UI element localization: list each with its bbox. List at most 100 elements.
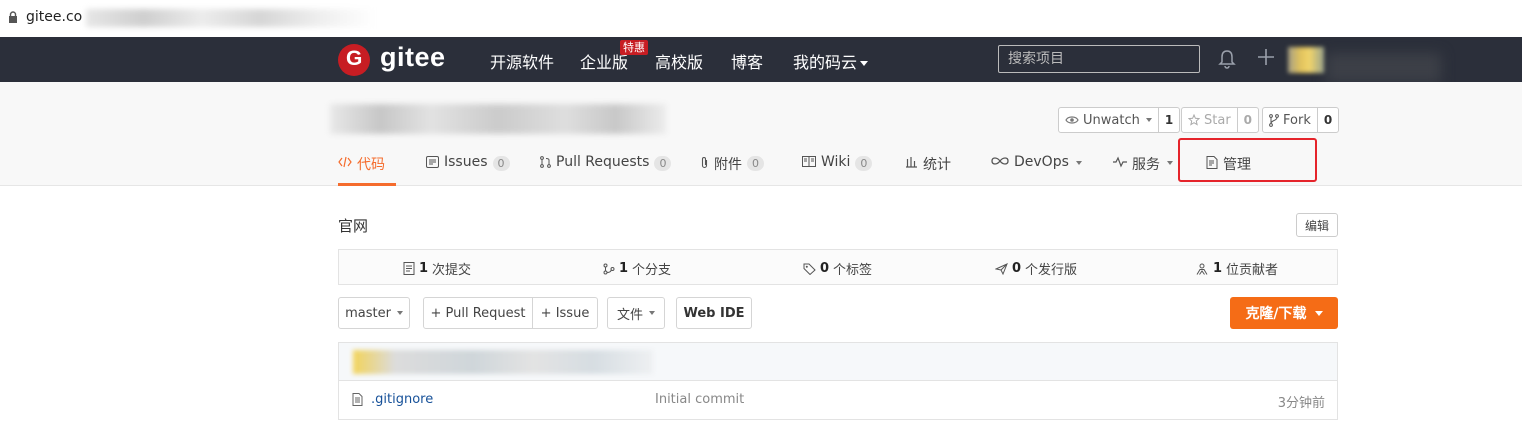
pull-request-icon — [540, 156, 551, 168]
file-icon — [352, 393, 363, 406]
edit-button[interactable]: 编辑 — [1296, 213, 1338, 237]
stat-contributors-count: 1 — [1213, 261, 1223, 276]
nav-my-gitee[interactable]: 我的码云 — [793, 49, 869, 73]
file-commit-time: 3分钟前 — [1277, 396, 1325, 411]
stat-releases[interactable]: 0 个发行版 — [995, 259, 1077, 278]
new-pull-request-button[interactable]: + Pull Request — [423, 297, 533, 329]
tab-pull-requests-label: Pull Requests — [556, 154, 650, 170]
watch-button[interactable]: Unwatch 1 — [1058, 107, 1181, 133]
branch-select-label: master — [345, 305, 391, 321]
tab-wiki-count: 0 — [855, 156, 873, 171]
stat-branches[interactable]: 1 个分支 — [603, 259, 671, 278]
release-icon — [995, 262, 1008, 275]
tab-attachments-count: 0 — [747, 156, 764, 171]
fork-icon — [1269, 113, 1279, 127]
promo-badge: 特惠 — [620, 40, 648, 55]
url-text[interactable]: gitee.co — [26, 9, 82, 25]
chevron-down-icon — [1075, 161, 1082, 165]
latest-commit-bar — [339, 343, 1337, 381]
table-row[interactable]: .gitignore Initial commit 3分钟前 — [339, 381, 1337, 419]
tab-code[interactable]: 代码 — [338, 154, 396, 186]
paperclip-icon — [701, 157, 708, 169]
code-icon — [338, 156, 352, 168]
redacted-username — [1326, 53, 1441, 83]
fork-label: Fork — [1283, 112, 1311, 128]
infinity-icon — [991, 157, 1009, 165]
file-list: .gitignore Initial commit 3分钟前 — [338, 342, 1338, 420]
branch-icon — [603, 263, 615, 274]
avatar[interactable] — [1288, 47, 1324, 73]
star-count[interactable]: 0 — [1238, 108, 1258, 132]
web-ide-button[interactable]: Web IDE — [676, 297, 752, 329]
stat-commits-count: 1 — [419, 261, 429, 276]
stat-contributors-label: 位贡献者 — [1226, 263, 1279, 278]
stat-tags[interactable]: 0 个标签 — [803, 259, 872, 278]
star-label: Star — [1204, 112, 1231, 128]
commit-icon — [403, 262, 415, 275]
browser-address-bar[interactable]: gitee.co — [0, 0, 1522, 37]
pulse-icon — [1113, 156, 1127, 168]
stat-contributors[interactable]: 1 位贡献者 — [1195, 259, 1278, 278]
search-input[interactable] — [998, 45, 1200, 73]
chevron-down-icon — [1314, 310, 1323, 316]
nav-university[interactable]: 高校版 — [655, 49, 703, 73]
stat-releases-count: 0 — [1012, 261, 1022, 276]
repo-stats-bar: 1 次提交 1 个分支 0 个标签 0 个发行版 1 位贡献者 — [338, 249, 1338, 285]
tab-code-label: 代码 — [357, 157, 385, 173]
gitee-logo-text[interactable]: gitee — [380, 42, 446, 73]
redacted-url — [86, 9, 376, 27]
clone-download-button[interactable]: 克隆/下载 — [1230, 297, 1338, 329]
nav-my-gitee-label: 我的码云 — [793, 53, 858, 72]
book-icon — [802, 156, 816, 167]
chevron-down-icon — [1167, 161, 1173, 165]
file-menu-label: 文件 — [616, 307, 643, 323]
issues-icon — [426, 156, 439, 168]
chevron-down-icon — [1145, 118, 1152, 122]
tab-devops-label: DevOps — [1014, 154, 1069, 170]
file-menu-button[interactable]: 文件 — [607, 297, 665, 329]
branch-select[interactable]: master — [338, 297, 410, 329]
watch-count[interactable]: 1 — [1159, 108, 1179, 132]
stat-branches-label: 个分支 — [632, 263, 672, 278]
tab-attachments-label: 附件 — [714, 157, 742, 173]
star-icon — [1188, 114, 1200, 126]
new-issue-button[interactable]: + Issue — [532, 297, 598, 329]
tab-attachments[interactable]: 附件 0 — [700, 154, 764, 186]
tab-statistics[interactable]: 统计 — [905, 154, 951, 186]
project-description: 官网 — [338, 217, 369, 235]
tab-wiki[interactable]: Wiki 0 — [802, 154, 873, 186]
star-button[interactable]: Star 0 — [1181, 107, 1260, 133]
tab-pull-requests[interactable]: Pull Requests 0 — [540, 154, 672, 186]
tab-issues[interactable]: Issues 0 — [426, 154, 510, 186]
redacted-project-title[interactable] — [330, 104, 666, 134]
highlight-annotation — [1178, 138, 1317, 182]
tab-statistics-label: 统计 — [923, 157, 951, 173]
lock-icon — [9, 11, 17, 23]
tab-devops[interactable]: DevOps — [991, 154, 1082, 186]
fork-count[interactable]: 0 — [1318, 108, 1338, 132]
fork-button[interactable]: Fork 0 — [1262, 107, 1340, 133]
chevron-down-icon — [396, 311, 403, 315]
tab-issues-label: Issues — [444, 154, 488, 170]
stat-tags-label: 个标签 — [833, 263, 873, 278]
nav-blog[interactable]: 博客 — [731, 49, 763, 73]
tab-services[interactable]: 服务 — [1113, 154, 1173, 186]
stat-releases-label: 个发行版 — [1025, 263, 1078, 278]
top-navbar: G gitee 开源软件 企业版 特惠 高校版 博客 我的码云 — [0, 37, 1522, 83]
stat-commits[interactable]: 1 次提交 — [403, 259, 471, 278]
plus-icon[interactable] — [1256, 47, 1276, 67]
tab-issues-count: 0 — [492, 156, 510, 171]
tab-pull-requests-count: 0 — [654, 156, 672, 171]
chevron-down-icon — [860, 61, 869, 66]
file-name-link[interactable]: .gitignore — [371, 392, 433, 407]
gitee-logo-icon[interactable]: G — [338, 44, 370, 76]
stat-tags-count: 0 — [820, 261, 830, 276]
tab-services-label: 服务 — [1132, 157, 1160, 173]
stat-commits-label: 次提交 — [432, 263, 472, 278]
bar-chart-icon — [906, 157, 917, 168]
tag-icon — [803, 263, 816, 275]
nav-open-source[interactable]: 开源软件 — [490, 49, 554, 73]
file-commit-message[interactable]: Initial commit — [655, 392, 744, 407]
bell-icon[interactable] — [1216, 48, 1238, 70]
watch-label: Unwatch — [1083, 112, 1140, 128]
